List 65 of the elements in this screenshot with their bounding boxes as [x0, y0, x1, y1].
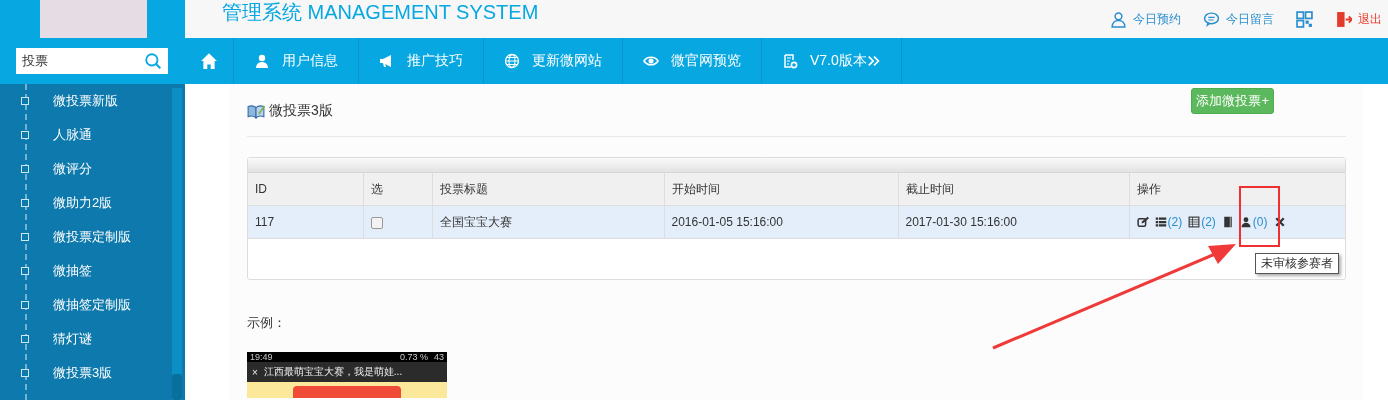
- header-link[interactable]: 今日留言: [1203, 10, 1274, 28]
- qr-code-icon[interactable]: [1296, 10, 1313, 28]
- sidebar-item[interactable]: 微投票定制版: [53, 228, 131, 246]
- table-icon: [1188, 216, 1201, 228]
- column-header: 操作: [1129, 173, 1345, 206]
- globe-icon: [504, 53, 520, 69]
- table-cell: 117: [248, 205, 363, 239]
- sidebar-item[interactable]: 微抽签: [53, 262, 92, 280]
- tree-node-icon: [21, 97, 29, 105]
- search-icon: [144, 52, 162, 70]
- book-button[interactable]: [1221, 216, 1234, 228]
- table-cell: 2017-01-30 15:16:00: [898, 205, 1129, 239]
- edit-button[interactable]: [1136, 216, 1149, 228]
- tree-node-icon: [21, 233, 29, 241]
- tree-node-icon: [21, 199, 29, 207]
- highlight-box: [1239, 186, 1280, 247]
- battery-level: 43: [434, 352, 444, 362]
- column-header: 投票标题: [432, 173, 664, 206]
- sidebar-item[interactable]: 微抽签定制版: [53, 296, 131, 314]
- header-link[interactable]: 今日预约: [1110, 10, 1181, 28]
- user-icon: [1239, 216, 1252, 228]
- page-title: 江西最萌宝宝大赛，我是萌娃...: [263, 365, 403, 379]
- status-time: 19:49: [250, 352, 273, 362]
- column-header: ID: [248, 173, 363, 206]
- double-chevron-icon: [866, 54, 881, 68]
- row-checkbox[interactable]: [370, 216, 383, 229]
- table-cell: 全国宝宝大赛: [432, 205, 664, 239]
- page-title: 微投票3版: [269, 102, 333, 120]
- sidebar-item[interactable]: 微投票3版: [53, 364, 113, 382]
- sidebar-item[interactable]: 微助力2版: [53, 194, 113, 212]
- user-icon: [254, 53, 270, 69]
- sidebar-item[interactable]: 猜灯谜: [53, 330, 92, 348]
- list-icon: [1154, 216, 1167, 228]
- scrollbar[interactable]: [172, 88, 182, 400]
- home-icon: [200, 52, 218, 70]
- close-glyph: ×: [252, 366, 258, 378]
- tooltip: 未审核参赛者: [1255, 253, 1339, 274]
- action-link[interactable]: (0): [1239, 215, 1268, 229]
- column-header: 开始时间: [664, 173, 898, 206]
- app-title: 管理系统 MANAGEMENT SYSTEM: [222, 0, 540, 25]
- column-header: 截止时间: [898, 173, 1129, 206]
- speech-bubble-icon: [1203, 10, 1220, 28]
- tree-node-icon: [21, 335, 29, 343]
- delete-button[interactable]: [1273, 216, 1286, 228]
- action-link[interactable]: (2): [1188, 215, 1216, 229]
- sidebar-item[interactable]: 微评分: [53, 160, 92, 178]
- sidebar-item[interactable]: 人脉通: [53, 126, 92, 144]
- header-link[interactable]: 退出: [1335, 10, 1382, 28]
- document-gear-icon: [782, 53, 798, 69]
- tree-node-icon: [21, 131, 29, 139]
- action-link[interactable]: (2): [1154, 215, 1183, 229]
- open-book-icon: [247, 102, 265, 120]
- tree-node-icon: [21, 301, 29, 309]
- table-cell: 2016-01-05 15:16:00: [664, 205, 898, 239]
- status-text: 0.73 %: [399, 352, 428, 362]
- tree-node-icon: [21, 165, 29, 173]
- exit-door-icon: [1335, 10, 1352, 28]
- example-label: 示例：: [247, 314, 287, 332]
- user-icon: [1110, 10, 1127, 28]
- sidebar-item[interactable]: 微投票新版: [53, 92, 118, 110]
- tree-node-icon: [21, 369, 29, 377]
- column-header: 选: [363, 173, 432, 206]
- tree-node-icon: [21, 267, 29, 275]
- search-field[interactable]: 投票: [16, 48, 168, 74]
- add-vote-button[interactable]: 添加微投票+: [1191, 88, 1274, 114]
